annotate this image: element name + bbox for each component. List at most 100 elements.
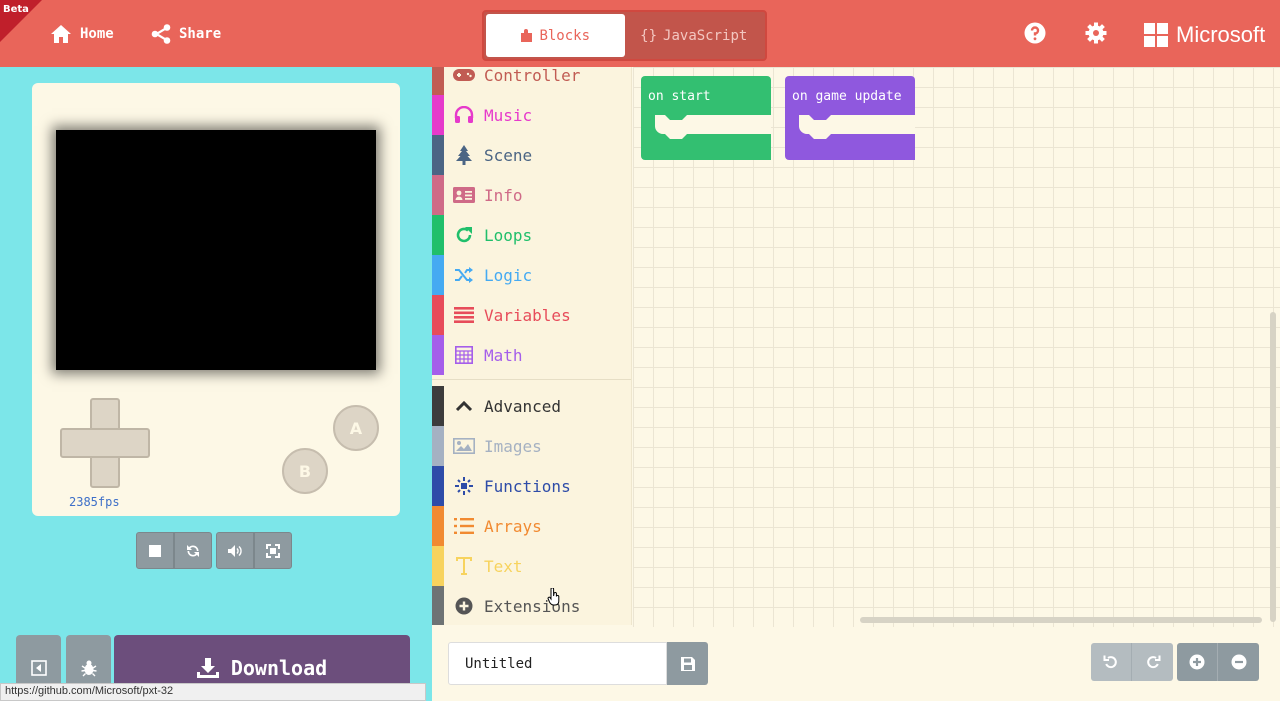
category-color-bar <box>432 386 444 426</box>
gear-icon <box>1085 22 1107 44</box>
category-images[interactable]: Images <box>432 426 631 466</box>
category-text[interactable]: Text <box>432 546 631 586</box>
category-math[interactable]: Math <box>432 335 631 375</box>
button-a[interactable]: A <box>333 405 379 451</box>
help-icon <box>1024 22 1046 44</box>
category-functions[interactable]: Functions <box>432 466 631 506</box>
share-icon <box>151 23 171 44</box>
undo-redo-group <box>1091 643 1173 681</box>
category-loops[interactable]: Loops <box>432 215 631 255</box>
zoom-out-button[interactable] <box>1218 643 1259 681</box>
category-music[interactable]: Music <box>432 95 631 135</box>
category-label: Math <box>484 345 523 365</box>
category-color-bar <box>432 426 444 466</box>
gamepad-icon <box>453 69 475 81</box>
settings-button[interactable] <box>1085 22 1107 48</box>
text-icon <box>456 557 472 575</box>
category-advanced[interactable]: Advanced <box>432 386 631 426</box>
plus-circle-icon <box>455 597 473 615</box>
undo-icon <box>1103 655 1117 669</box>
sim-controls-right <box>216 532 292 569</box>
puzzle-icon <box>521 28 533 42</box>
game-screen[interactable] <box>56 130 376 370</box>
microsoft-logo[interactable]: Microsoft <box>1144 22 1265 48</box>
toolbox-separator <box>432 379 631 380</box>
tab-blocks[interactable]: Blocks <box>486 14 625 57</box>
fullscreen-button[interactable] <box>254 532 292 569</box>
braces-icon: {} <box>640 27 658 44</box>
top-bar: Beta Home Share Blocks {} JavaScript Mic… <box>0 0 1280 67</box>
category-label: Functions <box>484 476 571 496</box>
stop-button[interactable] <box>136 532 174 569</box>
save-icon <box>680 656 695 671</box>
workspace-horizontal-scrollbar[interactable] <box>860 617 1262 623</box>
zoom-group <box>1177 643 1259 681</box>
home-button[interactable]: Home <box>50 0 114 67</box>
category-label: Variables <box>484 305 571 325</box>
category-label: Controller <box>484 67 581 85</box>
mute-button[interactable] <box>216 532 254 569</box>
category-label: Info <box>484 185 523 205</box>
shuffle-icon <box>455 267 473 283</box>
category-logic[interactable]: Logic <box>432 255 631 295</box>
beta-label: Beta <box>3 4 29 15</box>
category-color-bar <box>432 295 444 335</box>
tab-javascript[interactable]: {} JavaScript <box>625 14 764 57</box>
category-label: Text <box>484 556 523 576</box>
refresh-icon <box>187 544 199 557</box>
list-numbered-icon <box>454 518 474 534</box>
tree-icon <box>456 145 472 165</box>
stop-icon <box>149 544 161 557</box>
category-label: Loops <box>484 225 533 245</box>
share-button[interactable]: Share <box>151 0 221 67</box>
fullscreen-icon <box>266 543 280 558</box>
hand-cursor-icon <box>547 588 560 606</box>
zoom-in-button[interactable] <box>1177 643 1218 681</box>
category-color-bar <box>432 95 444 135</box>
button-b[interactable]: B <box>282 448 328 494</box>
category-extensions[interactable]: Extensions <box>432 586 631 625</box>
category-color-bar <box>432 466 444 506</box>
toolbox: Controller Music Scene Info Loops Logic … <box>432 67 632 625</box>
category-color-bar <box>432 255 444 295</box>
category-controller[interactable]: Controller <box>432 67 631 95</box>
category-label: Scene <box>484 145 533 165</box>
download-icon <box>196 658 219 678</box>
category-color-bar <box>432 175 444 215</box>
redo-button[interactable] <box>1132 643 1173 681</box>
tab-blocks-label: Blocks <box>539 27 591 44</box>
functions-icon <box>455 477 473 495</box>
chevron-up-icon <box>455 400 473 412</box>
help-button[interactable] <box>1024 22 1046 48</box>
calculator-icon <box>455 346 473 364</box>
volume-icon <box>228 544 242 557</box>
undo-button[interactable] <box>1091 643 1132 681</box>
category-scene[interactable]: Scene <box>432 135 631 175</box>
on-game-update-label: on game update <box>792 89 902 104</box>
list-icon <box>454 307 474 323</box>
refresh-icon <box>456 227 472 243</box>
save-button[interactable] <box>667 642 708 685</box>
category-color-bar <box>432 335 444 375</box>
category-info[interactable]: Info <box>432 175 631 215</box>
headphones-icon <box>454 106 474 123</box>
category-arrays[interactable]: Arrays <box>432 506 631 546</box>
home-icon <box>51 24 71 43</box>
restart-button[interactable] <box>174 532 212 569</box>
category-variables[interactable]: Variables <box>432 295 631 335</box>
simulator-pane: A B 2385fps Download <box>0 67 432 701</box>
id-card-icon <box>453 187 475 203</box>
category-label: Music <box>484 105 533 125</box>
browser-status-url: https://github.com/Microsoft/pxt-32 <box>0 683 426 701</box>
zoom-in-icon <box>1189 654 1205 670</box>
sim-controls-left <box>136 532 212 569</box>
image-icon <box>453 438 475 454</box>
share-label: Share <box>179 25 222 42</box>
home-label: Home <box>80 25 114 42</box>
on-start-label: on start <box>648 89 711 104</box>
fps-counter: 2385fps <box>69 495 120 509</box>
project-name-input[interactable] <box>448 642 667 685</box>
category-label: Images <box>484 436 542 456</box>
dpad-center <box>92 430 118 456</box>
workspace-vertical-scrollbar[interactable] <box>1270 312 1276 622</box>
